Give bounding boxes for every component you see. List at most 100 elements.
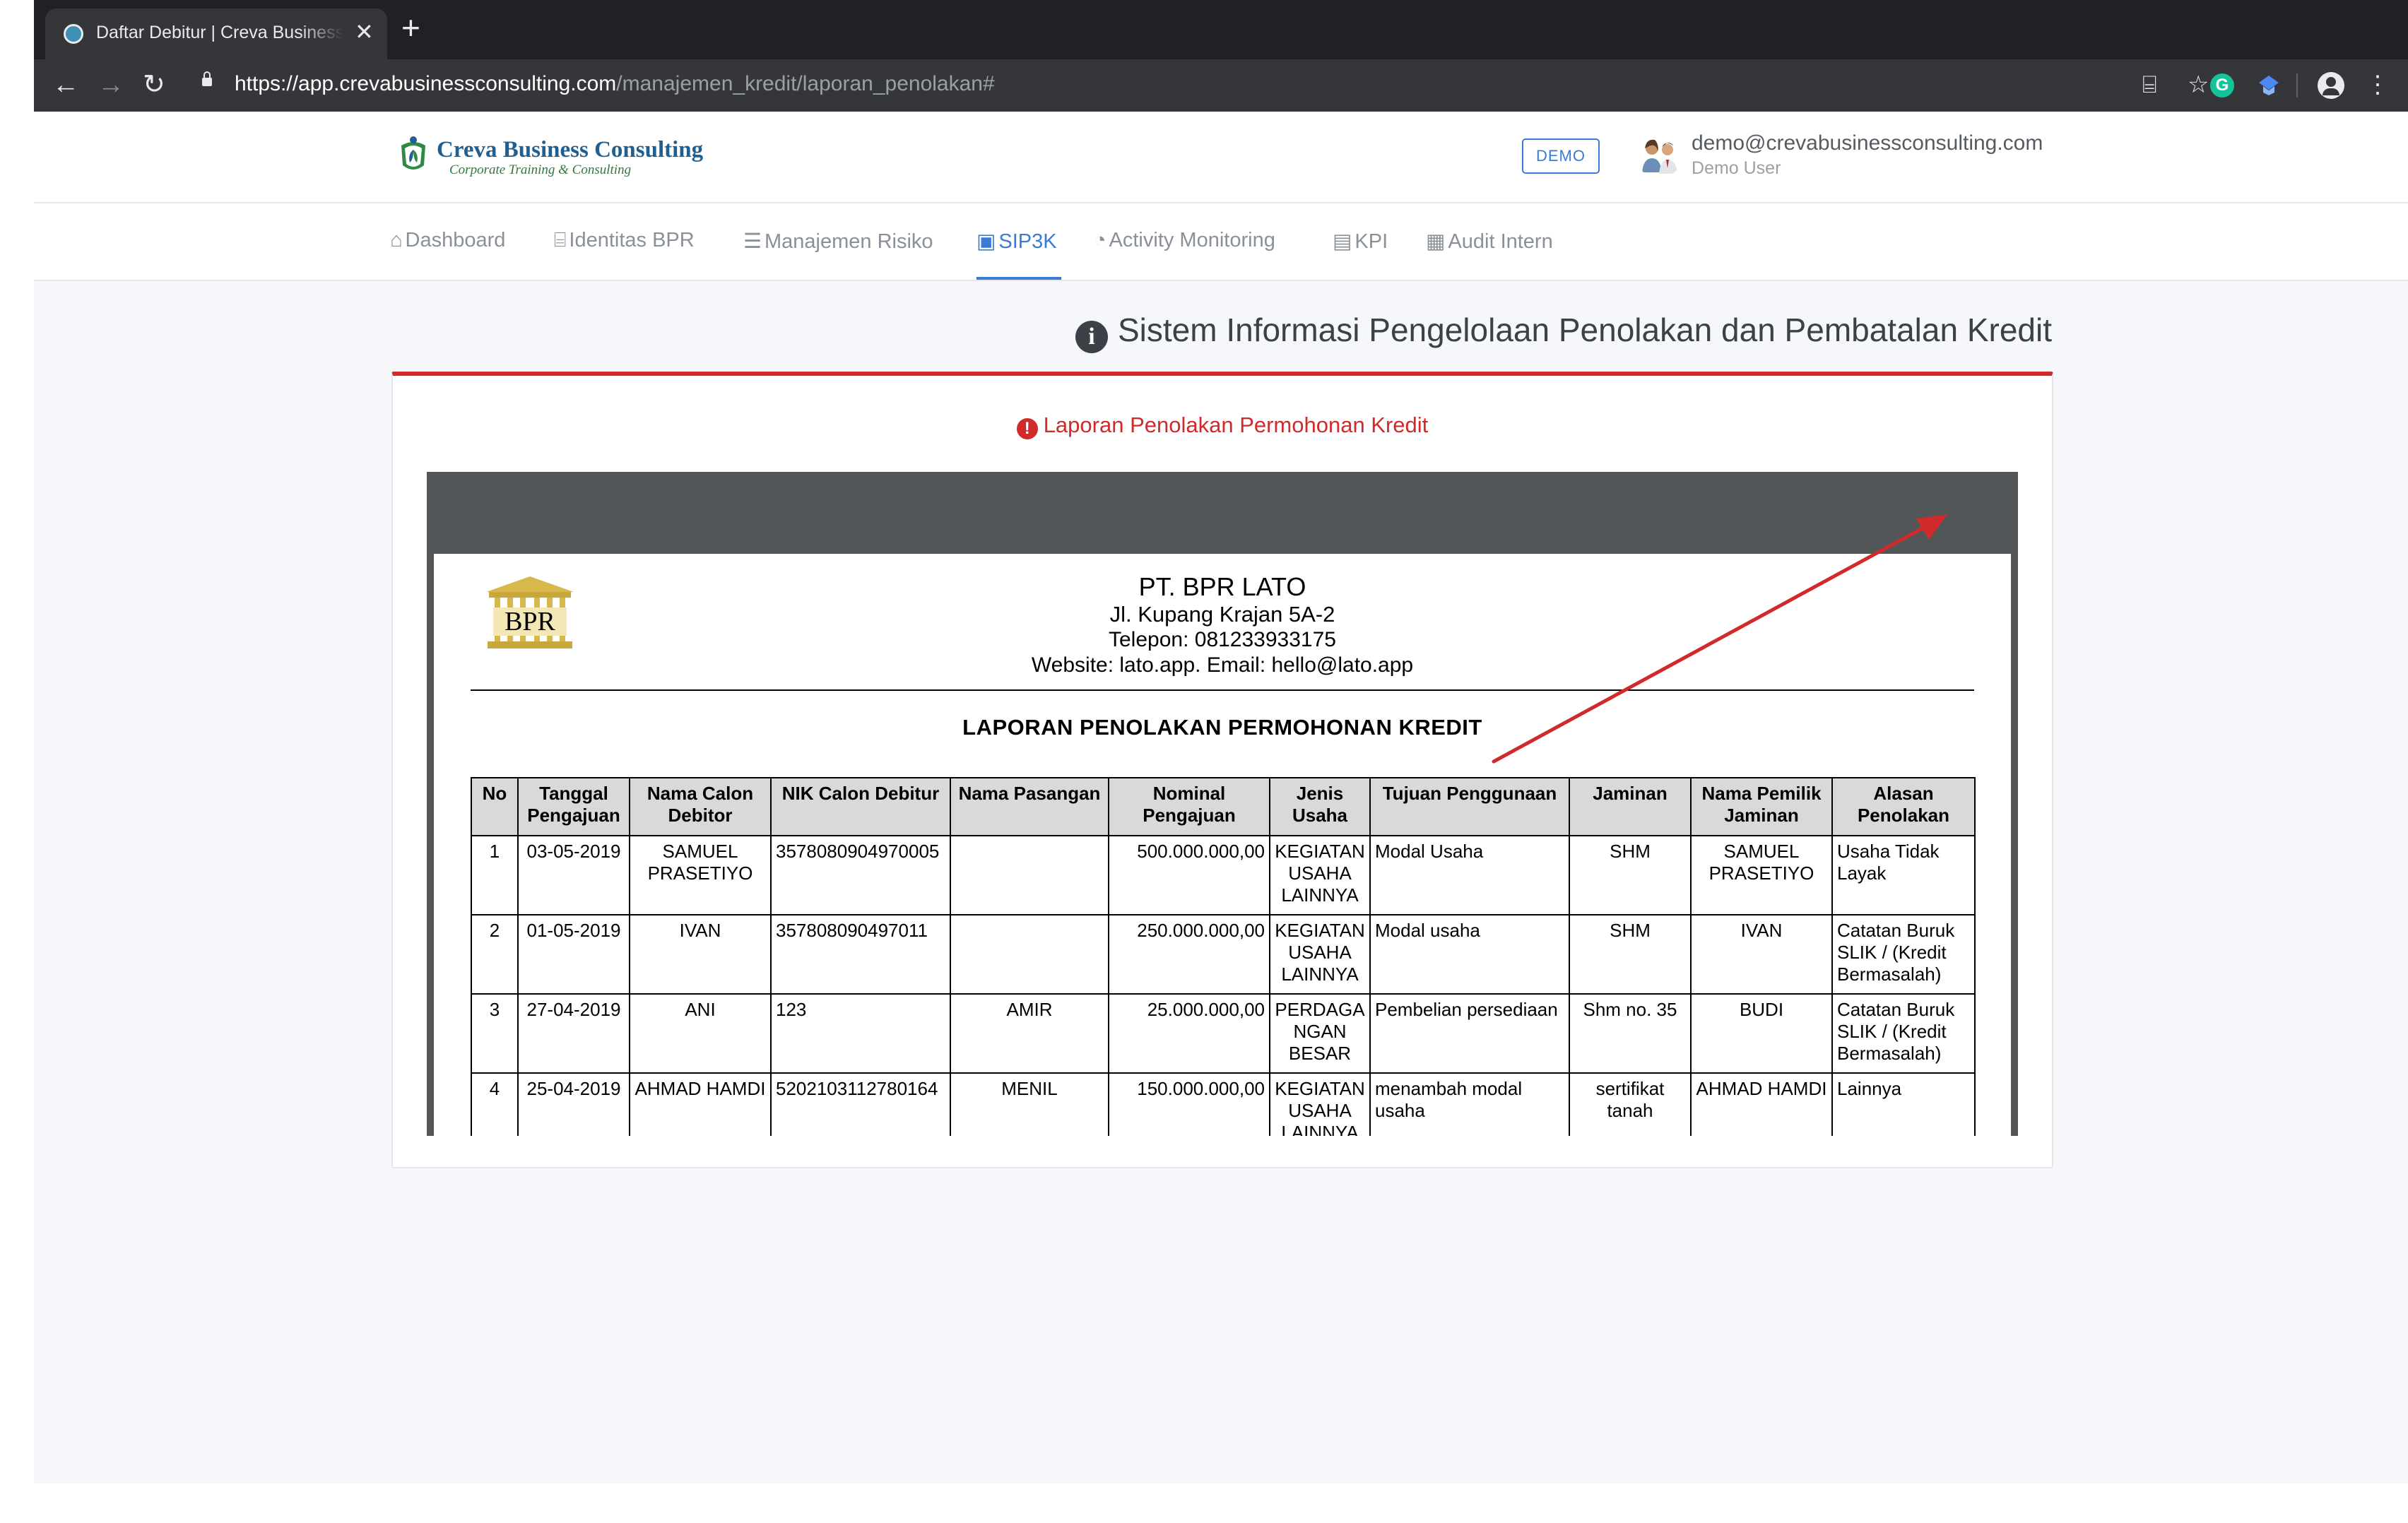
user-avatar[interactable] (1635, 130, 1683, 178)
table-cell: 03-05-2019 (517, 835, 630, 915)
table-cell: Modal usaha (1369, 914, 1570, 995)
menu-item-identitas-bpr[interactable]: ⌸ Identitas BPR (554, 229, 695, 252)
translate-icon[interactable]: ⌸ (2142, 71, 2156, 99)
menu-item-sip3k[interactable]: ▣ SIP3K (976, 229, 1057, 254)
site-header: Creva Business Consulting Corporate Trai… (34, 112, 2408, 203)
table-cell: IVAN (1690, 914, 1833, 995)
logo-title[interactable]: Creva Business Consulting (437, 137, 703, 163)
letterhead-divider (471, 689, 1974, 691)
table-header-row: No Tanggal Pengajuan Nama Calon Debitor … (471, 777, 1976, 836)
browser-menu-icon[interactable]: ⋮ (2366, 71, 2390, 99)
org-phone: Telepon: 081233933175 (1109, 628, 1336, 651)
menu-item-label: Manajemen Risiko (765, 230, 933, 253)
table-cell: menambah modal usaha (1369, 1072, 1570, 1136)
exclamation-circle-icon: ! (1016, 418, 1038, 439)
table-row: 2 01-05-2019 IVAN 357808090497011 250.00… (471, 914, 1976, 995)
table-cell: Pembelian persediaan (1369, 993, 1570, 1074)
user-email[interactable]: demo@crevabusinessconsulting.com (1692, 131, 2043, 155)
table-cell: SAMUEL PRASETIYO (1690, 835, 1833, 915)
table-cell: Catatan Buruk SLIK / (Kredit Bermasalah) (1831, 914, 1976, 995)
menu-item-activity-monitoring[interactable]: ◔ Activity Monitoring (1094, 229, 1275, 252)
org-contact: Website: lato.app. Email: hello@lato.app (1031, 653, 1414, 677)
table-cell: 123 (770, 993, 951, 1074)
active-menu-indicator (976, 277, 1061, 280)
browser-toolbar: ← → ↻ https://app.crevabusinessconsultin… (34, 59, 2408, 112)
org-address: Jl. Kupang Krajan 5A-2 (1109, 602, 1335, 627)
calendar-check-icon: ▦ (1426, 230, 1446, 253)
menu-item-label: Identitas BPR (569, 229, 695, 251)
table-cell: 150.000.000,00 (1108, 1072, 1270, 1136)
report-document[interactable]: BPR PT. BPR LATO Jl. Kupang Krajan 5A-2 … (434, 554, 2011, 1136)
table-cell: Usaha Tidak Layak (1831, 835, 1976, 915)
table-cell: SAMUEL PRASETIYO (629, 835, 772, 915)
column-header: Jaminan (1569, 777, 1692, 836)
column-header: Alasan Penolakan (1831, 777, 1976, 836)
back-button[interactable]: ← (52, 69, 79, 100)
table-cell: 25-04-2019 (517, 1072, 630, 1136)
dashboard-gauge-icon: ◔ (1094, 229, 1106, 251)
menu-item-manajemen-risiko[interactable]: ☰ Manajemen Risiko (743, 229, 933, 254)
table-cell: BUDI (1690, 993, 1833, 1074)
extension-icon[interactable] (2257, 73, 2281, 97)
page-title-text: Sistem Informasi Pengelolaan Penolakan d… (1117, 312, 2052, 348)
tab-strip: Daftar Debitur | Creva Business Consulti… (34, 0, 2408, 59)
card-title: ! Laporan Penolakan Permohonan Kredit (393, 413, 2052, 439)
table-cell: 250.000.000,00 (1108, 914, 1270, 995)
table-cell: SHM (1569, 835, 1692, 915)
bank-icon: ⌸ (554, 229, 567, 251)
table-cell: 5202103112780164 (770, 1072, 951, 1136)
bookmark-star-icon[interactable]: ☆ (2188, 71, 2209, 99)
main-menu: ⌂ Dashboard ⌸ Identitas BPR ☰ Manajemen Ris… (34, 203, 2408, 281)
lock-icon[interactable] (202, 71, 212, 86)
reload-button[interactable]: ↻ (143, 69, 165, 100)
new-tab-button[interactable]: + (401, 11, 420, 44)
table-cell: PERDAGANGAN BESAR (1269, 993, 1371, 1074)
table-cell: IVAN (629, 914, 772, 995)
column-header: Jenis Usaha (1269, 777, 1371, 836)
list-icon: ☰ (743, 230, 762, 253)
user-role: Demo User (1692, 158, 1781, 178)
url-host: https://app.crevabusinessconsulting.com (235, 72, 617, 95)
menu-item-label: SIP3K (998, 230, 1057, 253)
browser-window: Daftar Debitur | Creva Business Consulti… (34, 0, 2408, 1483)
table-cell: 27-04-2019 (517, 993, 630, 1074)
grammarly-extension-icon[interactable]: G (2210, 73, 2234, 97)
report-card: ! Laporan Penolakan Permohonan Kredit BPR (391, 372, 2053, 1168)
table-cell: 357808090497011 (770, 914, 951, 995)
table-cell: 25.000.000,00 (1108, 993, 1270, 1074)
table-row: 1 03-05-2019 SAMUEL PRASETIYO 3578080904… (471, 835, 1976, 915)
menu-item-kpi[interactable]: ▤ KPI (1333, 229, 1388, 254)
profile-icon[interactable] (2318, 72, 2344, 99)
pdf-viewer[interactable]: BPR PT. BPR LATO Jl. Kupang Krajan 5A-2 … (427, 472, 2018, 1136)
url-path: /manajemen_kredit/laporan_penolakan# (616, 72, 995, 95)
home-icon: ⌂ (390, 229, 403, 251)
table-cell: Catatan Buruk SLIK / (Kredit Bermasalah) (1831, 993, 1976, 1074)
menu-item-label: Activity Monitoring (1109, 229, 1275, 251)
table-cell: sertifikat tanah (1569, 1072, 1692, 1136)
table-cell: AHMAD HAMDI (629, 1072, 772, 1136)
table-cell: ANI (629, 993, 772, 1074)
favicon-icon (64, 24, 83, 44)
table-cell: 4 (471, 1072, 519, 1136)
column-header: Tujuan Penggunaan (1369, 777, 1570, 836)
table-cell: KEGIATAN USAHA LAINNYA (1269, 914, 1371, 995)
column-header: Nama Calon Debitor (629, 777, 772, 836)
column-header: Nominal Pengajuan (1108, 777, 1270, 836)
table-row: 3 27-04-2019 ANI 123 AMIR 25.000.000,00 … (471, 993, 1976, 1074)
page-title: i Sistem Informasi Pengelolaan Penolakan … (34, 311, 2052, 353)
org-name: PT. BPR LATO (1138, 572, 1306, 601)
table-cell (950, 914, 1109, 995)
address-bar[interactable]: https://app.crevabusinessconsulting.com/… (235, 72, 995, 96)
browser-tab[interactable]: Daftar Debitur | Creva Business Consulti… (45, 8, 387, 59)
clipboard-icon: ▤ (1333, 230, 1352, 253)
close-tab-icon[interactable]: ✕ (355, 18, 374, 45)
column-header: Tanggal Pengajuan (517, 777, 630, 836)
column-header: NIK Calon Debitur (770, 777, 951, 836)
table-row: 4 25-04-2019 AHMAD HAMDI 520210311278016… (471, 1072, 1976, 1136)
creva-logo-icon[interactable] (396, 133, 431, 175)
menu-item-dashboard[interactable]: ⌂ Dashboard (390, 229, 505, 252)
table-cell: Modal Usaha (1369, 835, 1570, 915)
menu-item-audit-intern[interactable]: ▦ Audit Intern (1426, 229, 1553, 254)
column-header: No (471, 777, 519, 836)
forward-button[interactable]: → (98, 69, 124, 100)
